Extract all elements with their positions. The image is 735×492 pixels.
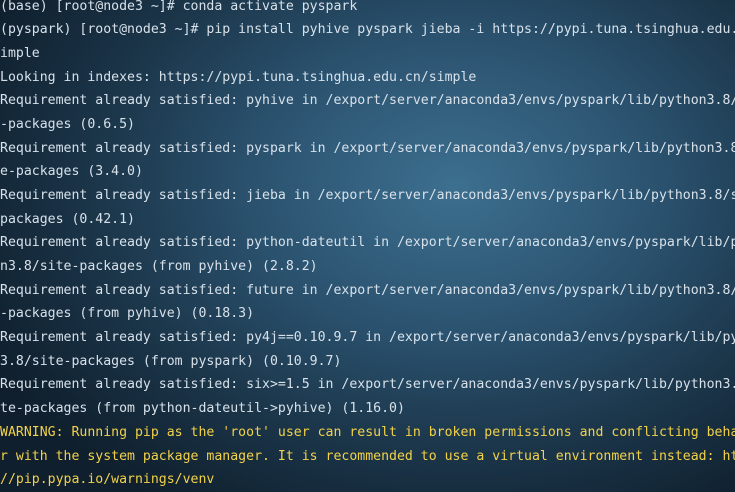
terminal-line: packages (0.42.1) xyxy=(0,212,135,227)
terminal-line: Requirement already satisfied: py4j==0.1… xyxy=(0,330,735,345)
warning-line: r with the system package manager. It is… xyxy=(0,449,735,464)
terminal-window[interactable]: (base) [root@node3 ~]# conda activate py… xyxy=(0,0,735,492)
terminal-line: n3.8/site-packages (from pyhive) (2.8.2) xyxy=(0,259,318,274)
terminal-line: Requirement already satisfied: pyhive in… xyxy=(0,93,735,108)
terminal-line: e-packages (3.4.0) xyxy=(0,164,143,179)
terminal-line: -packages (0.6.5) xyxy=(0,117,135,132)
terminal-line: (base) [root@node3 ~]# conda activate py… xyxy=(0,0,358,14)
terminal-line: Requirement already satisfied: six>=1.5 … xyxy=(0,377,735,392)
terminal-line: 3.8/site-packages (from pyspark) (0.10.9… xyxy=(0,354,342,369)
terminal-line: Requirement already satisfied: pyspark i… xyxy=(0,141,735,156)
terminal-line: Looking in indexes: https://pypi.tuna.ts… xyxy=(0,70,477,85)
terminal-line: (pyspark) [root@node3 ~]# pip install py… xyxy=(0,22,735,37)
terminal-line: -packages (from pyhive) (0.18.3) xyxy=(0,306,255,321)
warning-line: WARNING: Running pip as the 'root' user … xyxy=(0,425,735,440)
warning-line: //pip.pypa.io/warnings/venv xyxy=(0,472,215,487)
terminal-line: Requirement already satisfied: jieba in … xyxy=(0,188,735,203)
terminal-line: Requirement already satisfied: python-da… xyxy=(0,235,735,250)
terminal-line: Requirement already satisfied: future in… xyxy=(0,283,735,298)
terminal-line: te-packages (from python-dateutil->pyhiv… xyxy=(0,401,405,416)
terminal-line: imple xyxy=(0,46,40,61)
